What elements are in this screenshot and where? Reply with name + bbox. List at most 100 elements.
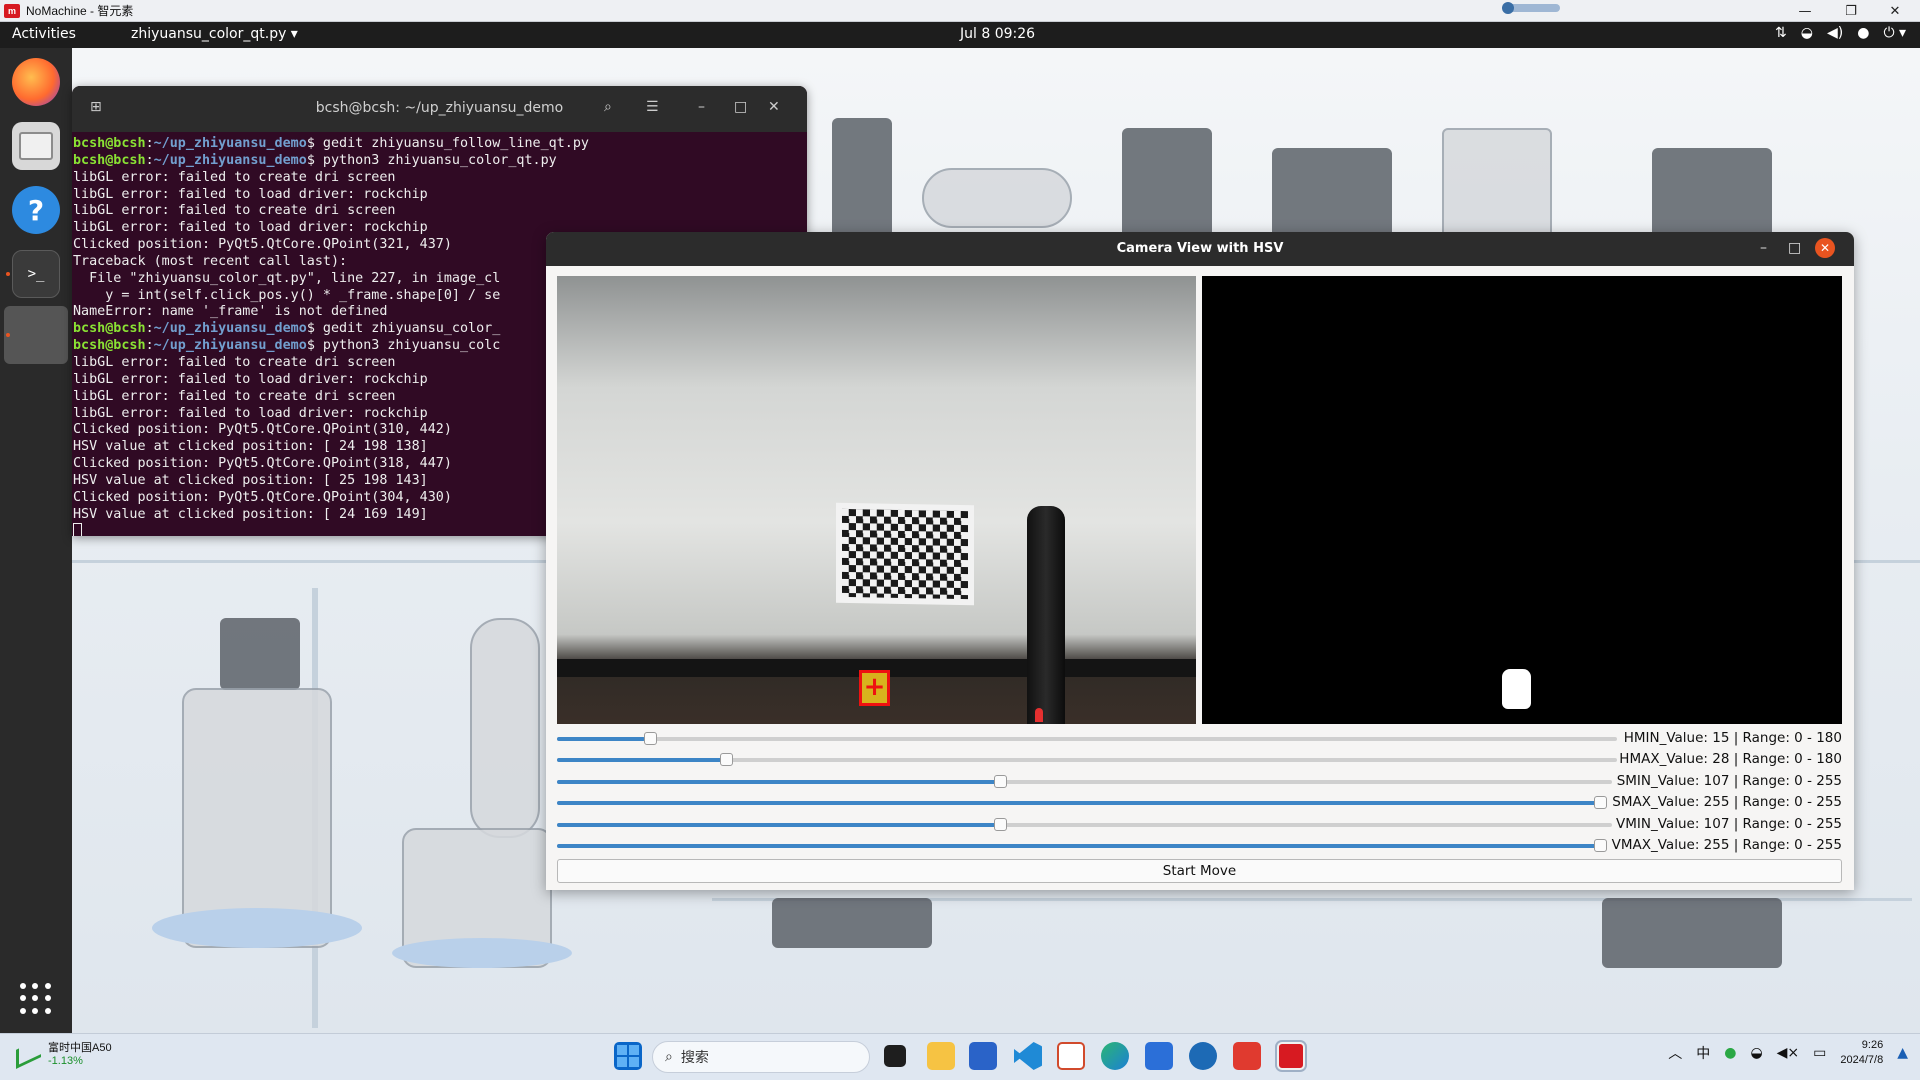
stock-widget-change: -1.13% [48, 1055, 83, 1067]
slider-handle[interactable] [994, 774, 1008, 788]
nomachine-icon[interactable] [1277, 1042, 1305, 1070]
volume-mute-icon[interactable]: ◀× [1777, 1045, 1800, 1061]
command-text: $ gedit zhiyuansu_color_ [306, 321, 501, 337]
nomachine-titlebar: m NoMachine - 智元素 — ❐ ✕ [0, 0, 1920, 22]
slider-hmin[interactable]: HMIN_Value: 15 | Range: 0 - 180 [557, 728, 1842, 749]
calibration-checkerboard [836, 502, 974, 606]
power-icon[interactable]: ⏻ ▾ [1883, 25, 1906, 41]
mic-icon[interactable]: ● [1857, 25, 1869, 41]
file-explorer-icon[interactable] [927, 1042, 955, 1070]
nomachine-window-title: NoMachine - 智元素 [26, 4, 134, 18]
slider-fill [557, 801, 1607, 806]
prompt-path: ~/up_zhiyuansu_demo [153, 321, 307, 337]
slider-track[interactable] [557, 732, 1617, 745]
nomachine-logo-icon: m [4, 3, 20, 18]
slider-track[interactable] [557, 817, 1612, 831]
slider-handle[interactable] [719, 753, 733, 767]
taskbar-search[interactable]: ⌕ 搜索 [652, 1041, 870, 1073]
slider-track[interactable] [557, 839, 1607, 852]
wps-icon[interactable] [1233, 1042, 1261, 1070]
terminal-titlebar[interactable]: ⊞ bcsh@bcsh: ~/up_zhiyuansu_demo ⌕ ☰ – □… [72, 86, 807, 132]
terminal-line: bcsh@bcsh:~/up_zhiyuansu_demo$ python3 z… [73, 152, 557, 168]
close-icon[interactable]: ✕ [1815, 238, 1835, 258]
activities-button[interactable]: Activities [12, 26, 76, 42]
slider-track[interactable] [557, 774, 1612, 788]
close-button[interactable]: ✕ [1872, 0, 1918, 22]
windows-start-icon[interactable] [614, 1042, 642, 1070]
python-app-icon[interactable] [4, 306, 68, 364]
slider-value-label: VMIN_Value: 107 | Range: 0 - 255 [1616, 815, 1842, 832]
minimize-icon[interactable]: – [698, 99, 705, 115]
microsoft-store-icon[interactable] [969, 1042, 997, 1070]
slider-handle[interactable] [994, 817, 1008, 831]
wechat-icon[interactable]: ● [1724, 1045, 1736, 1061]
stock-widget[interactable]: 富时中国A50 -1.13% [14, 1039, 112, 1067]
terminal-cursor [73, 523, 82, 536]
nomachine-zoom-slider[interactable] [1502, 2, 1560, 14]
prompt-user: bcsh@bcsh [73, 321, 146, 337]
close-icon[interactable]: ✕ [768, 99, 780, 115]
feishu-icon[interactable] [1189, 1042, 1217, 1070]
top-bar-clock[interactable]: Jul 8 09:26 [960, 26, 1035, 42]
app-menu[interactable]: zhiyuansu_color_qt.py ▾ [131, 26, 298, 42]
slider-smin[interactable]: SMIN_Value: 107 | Range: 0 - 255 [557, 771, 1842, 792]
slider-value-label: HMIN_Value: 15 | Range: 0 - 180 [1623, 730, 1842, 746]
slider-hmax[interactable]: HMAX_Value: 28 | Range: 0 - 180 [557, 749, 1842, 770]
maximize-icon[interactable]: □ [734, 99, 747, 115]
slider-vmax[interactable]: VMAX_Value: 255 | Range: 0 - 255 [557, 835, 1842, 856]
slider-handle[interactable] [644, 732, 658, 745]
start-move-button[interactable]: Start Move [557, 859, 1842, 883]
slider-vmin[interactable]: VMIN_Value: 107 | Range: 0 - 255 [557, 814, 1842, 835]
terminal-line: libGL error: failed to create dri screen [73, 203, 396, 219]
command-text: $ python3 zhiyuansu_colc [306, 338, 501, 354]
minimize-icon[interactable]: – [1760, 240, 1767, 256]
files-icon[interactable] [12, 122, 60, 170]
terminal-line: libGL error: failed to create dri screen [73, 169, 396, 185]
wifi-icon[interactable]: ◒ [1801, 25, 1813, 41]
battery-icon[interactable]: ▭ [1813, 1045, 1826, 1061]
terminal-icon[interactable]: >_ [12, 250, 60, 298]
firefox-icon[interactable] [12, 58, 60, 106]
notification-bell-icon[interactable]: ▲ [1897, 1045, 1908, 1061]
taskbar-clock[interactable]: 9:26 2024/7/8 [1840, 1038, 1883, 1068]
chevron-up-icon[interactable]: ︿ [1668, 1043, 1682, 1063]
stock-chart-icon [14, 1041, 40, 1065]
clock-date: 2024/7/8 [1840, 1054, 1884, 1066]
windows-taskbar: 富时中国A50 -1.13% ⌕ 搜索 ︿ 中 ● ◒ ◀× ▭ 9:26 20… [0, 1033, 1920, 1080]
show-applications-icon[interactable] [20, 983, 52, 1015]
slider-track[interactable] [557, 753, 1617, 767]
search-icon[interactable]: ⌕ [604, 99, 612, 115]
volume-icon[interactable]: ◀) [1827, 25, 1843, 41]
red-object [1035, 708, 1043, 722]
menu-icon[interactable]: ☰ [646, 99, 659, 115]
ime-indicator[interactable]: 中 [1696, 1043, 1710, 1063]
slider-fill [557, 779, 1000, 784]
camera-hsv-window[interactable]: Camera View with HSV – □ ✕ + HMIN_Value:… [546, 232, 1854, 890]
maximize-icon[interactable]: □ [1788, 240, 1801, 256]
slider-value-label: SMIN_Value: 107 | Range: 0 - 255 [1616, 772, 1842, 789]
vscode-icon[interactable] [1014, 1042, 1042, 1070]
minimize-button[interactable]: — [1782, 0, 1828, 22]
slider-handle[interactable] [1594, 796, 1607, 810]
system-tray[interactable]: ︿ 中 ● ◒ ◀× ▭ 9:26 2024/7/8 ▲ [1668, 1038, 1908, 1068]
document-app-icon[interactable] [1057, 1042, 1085, 1070]
terminal-line: bcsh@bcsh:~/up_zhiyuansu_demo$ gedit zhi… [73, 136, 589, 151]
running-indicator [6, 333, 10, 337]
slider-handle[interactable] [1594, 839, 1607, 852]
help-icon[interactable]: ? [12, 186, 60, 234]
slider-track[interactable] [557, 796, 1607, 810]
clock-time: 9:26 [1861, 1039, 1884, 1051]
task-view-icon[interactable] [884, 1045, 906, 1067]
click-position-marker: + [859, 670, 890, 706]
slider-smax[interactable]: SMAX_Value: 255 | Range: 0 - 255 [557, 792, 1842, 813]
gnome-top-bar: Activities zhiyuansu_color_qt.py ▾ Jul 8… [0, 22, 1920, 48]
maximize-button[interactable]: ❐ [1828, 0, 1874, 22]
system-status-area[interactable]: ⇅ ◒ ◀) ● ⏻ ▾ [1775, 25, 1906, 41]
camera-feed[interactable]: + [557, 276, 1196, 724]
camera-window-titlebar[interactable]: Camera View with HSV – □ ✕ [546, 232, 1854, 266]
remote-desktop-icon[interactable] [1145, 1042, 1173, 1070]
edge-icon[interactable] [1101, 1042, 1129, 1070]
network-icon[interactable]: ⇅ [1775, 25, 1787, 41]
slider-fill [557, 822, 1000, 827]
wifi-icon[interactable]: ◒ [1750, 1045, 1762, 1061]
